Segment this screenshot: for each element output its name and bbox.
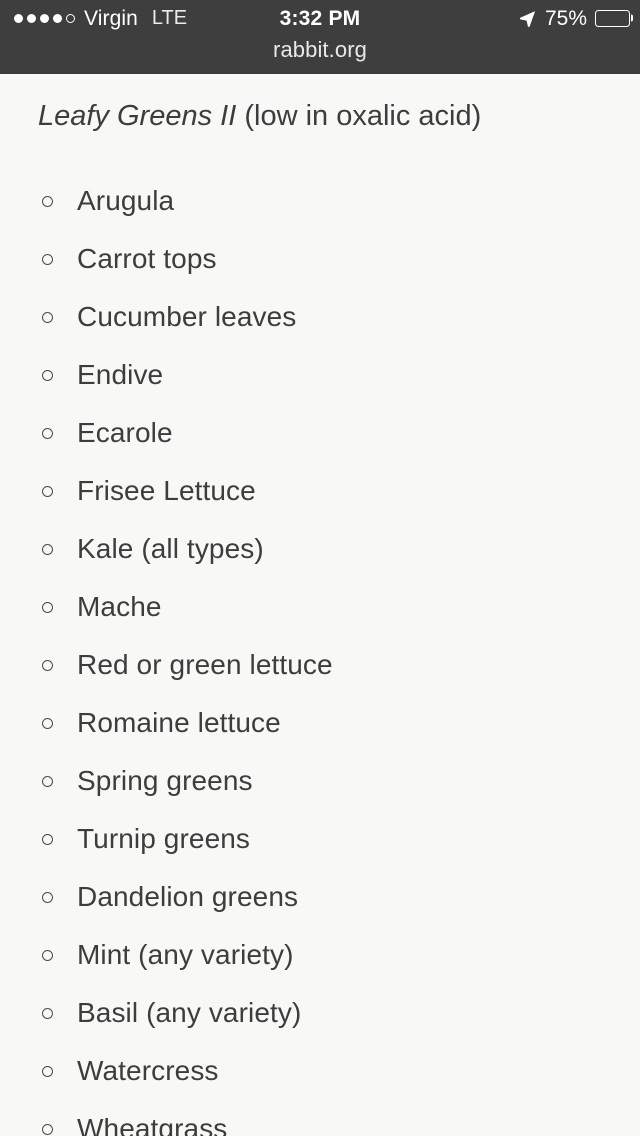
list-item-label: Wheatgrass xyxy=(77,1113,228,1136)
list-item-label: Spring greens xyxy=(77,765,253,797)
page-content: Leafy Greens II (low in oxalic acid) Aru… xyxy=(0,74,640,1136)
list-item: Dandelion greens xyxy=(0,868,640,926)
url-bar[interactable]: rabbit.org xyxy=(0,36,640,74)
hollow-circle-bullet-icon xyxy=(42,1065,53,1077)
list-item: Frisee Lettuce xyxy=(0,462,640,520)
hollow-circle-bullet-icon xyxy=(42,601,53,613)
list-item: Wheatgrass xyxy=(0,1100,640,1136)
list-item-label: Turnip greens xyxy=(77,823,251,855)
signal-dot-4 xyxy=(53,13,62,23)
list-item-label: Watercress xyxy=(77,1055,219,1087)
list-item: Endive xyxy=(0,346,640,404)
list-item: Spring greens xyxy=(0,752,640,810)
list-item: Arugula xyxy=(0,172,640,230)
list-item: Red or green lettuce xyxy=(0,636,640,694)
battery-cap xyxy=(630,14,634,22)
hollow-circle-bullet-icon xyxy=(42,253,53,265)
status-bar-left: Virgin LTE xyxy=(14,0,187,36)
signal-dot-5 xyxy=(66,13,75,23)
signal-dot-3 xyxy=(40,13,49,23)
list-item-label: Mache xyxy=(77,591,162,623)
signal-strength-icon xyxy=(14,13,75,23)
carrier-label: Virgin xyxy=(84,6,138,30)
signal-dot-2 xyxy=(27,13,36,23)
list-item-label: Dandelion greens xyxy=(77,881,299,913)
list-item-label: Endive xyxy=(77,359,164,391)
status-bar-right: 75% xyxy=(518,0,634,36)
list-item-label: Mint (any variety) xyxy=(77,939,294,971)
list-item-label: Ecarole xyxy=(77,417,173,449)
list-item-label: Red or green lettuce xyxy=(77,649,333,681)
hollow-circle-bullet-icon xyxy=(42,1007,53,1019)
hollow-circle-bullet-icon xyxy=(42,775,53,787)
hollow-circle-bullet-icon xyxy=(42,543,53,555)
list-item: Mache xyxy=(0,578,640,636)
page-title-italic: Leafy Greens II xyxy=(38,100,237,132)
hollow-circle-bullet-icon xyxy=(42,891,53,903)
list-item: Romaine lettuce xyxy=(0,694,640,752)
browser-chrome: Virgin LTE 3:32 PM 75% rabbit.org xyxy=(0,0,640,74)
clock-label: 3:32 PM xyxy=(279,6,361,30)
page-title: Leafy Greens II (low in oxalic acid) xyxy=(0,74,640,134)
list-item: Mint (any variety) xyxy=(0,926,640,984)
list-item-label: Arugula xyxy=(77,185,175,217)
url-text[interactable]: rabbit.org xyxy=(273,37,367,62)
hollow-circle-bullet-icon xyxy=(42,195,53,207)
signal-dot-1 xyxy=(14,13,23,23)
list-item: Kale (all types) xyxy=(0,520,640,578)
hollow-circle-bullet-icon xyxy=(42,427,53,439)
location-arrow-icon xyxy=(519,10,536,27)
list-item: Basil (any variety) xyxy=(0,984,640,1042)
hollow-circle-bullet-icon xyxy=(42,717,53,729)
list-item: Ecarole xyxy=(0,404,640,462)
list-item: Turnip greens xyxy=(0,810,640,868)
network-type-label: LTE xyxy=(151,7,188,29)
hollow-circle-bullet-icon xyxy=(42,949,53,961)
hollow-circle-bullet-icon xyxy=(42,833,53,845)
hollow-circle-bullet-icon xyxy=(42,311,53,323)
status-bar: Virgin LTE 3:32 PM 75% xyxy=(0,0,640,36)
list-item-label: Frisee Lettuce xyxy=(77,475,256,507)
list-item-label: Carrot tops xyxy=(77,243,217,275)
list-item-label: Romaine lettuce xyxy=(77,707,281,739)
hollow-circle-bullet-icon xyxy=(42,1123,53,1135)
list-item: Cucumber leaves xyxy=(0,288,640,346)
list-item-label: Kale (all types) xyxy=(77,533,264,565)
hollow-circle-bullet-icon xyxy=(42,369,53,381)
list-item: Watercress xyxy=(0,1042,640,1100)
battery-percent-label: 75% xyxy=(544,6,587,30)
list-item: Carrot tops xyxy=(0,230,640,288)
list-item-label: Basil (any variety) xyxy=(77,997,302,1029)
leafy-greens-list: Arugula Carrot tops Cucumber leaves Endive E… xyxy=(0,134,640,1136)
hollow-circle-bullet-icon xyxy=(42,485,53,497)
list-item-label: Cucumber leaves xyxy=(77,301,297,333)
page-title-qualifier: (low in oxalic acid) xyxy=(236,100,482,132)
hollow-circle-bullet-icon xyxy=(42,659,53,671)
battery-icon xyxy=(595,9,634,27)
